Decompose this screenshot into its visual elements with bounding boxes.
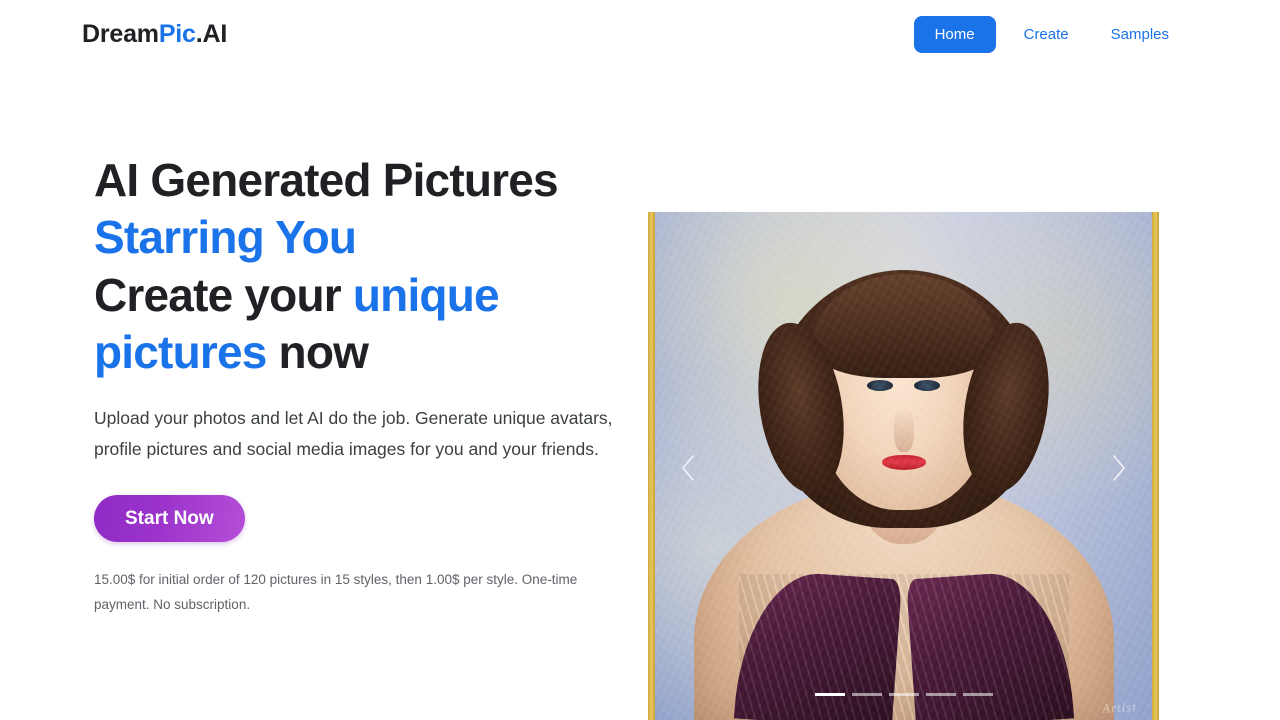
carousel-slide-image: Artist [648, 212, 1159, 720]
start-now-button[interactable]: Start Now [94, 495, 245, 543]
headline-line-4-plain: now [266, 325, 369, 378]
hero-section: AI Generated Pictures Starring You Creat… [0, 68, 1280, 720]
main-navigation: Home Create Samples [913, 15, 1183, 53]
carousel-indicator-2[interactable] [851, 693, 882, 696]
page-title: AI Generated Pictures Starring You Creat… [94, 152, 654, 381]
canvas-edge-right [1152, 212, 1159, 720]
nav-item-create[interactable]: Create [1010, 18, 1083, 51]
artist-signature: Artist [1101, 699, 1138, 716]
portrait-eye-right [914, 380, 940, 391]
carousel-indicator-5[interactable] [962, 693, 993, 696]
carousel-indicators [814, 693, 993, 696]
headline-line-3-accent: unique [352, 268, 500, 321]
portrait-eye-left [867, 380, 893, 391]
chevron-right-icon [1110, 453, 1128, 483]
brand-suffix: .AI [195, 19, 228, 48]
portrait-dress [733, 568, 1074, 720]
headline-line-4-accent: pictures [94, 325, 267, 378]
canvas-edge-left [648, 212, 655, 720]
headline-line-3: Create your unique [94, 267, 654, 324]
hero-carousel[interactable]: Artist [648, 212, 1159, 720]
site-header: DreamPic.AI Home Create Samples [0, 0, 1280, 68]
page-root: DreamPic.AI Home Create Samples AI Gener… [0, 0, 1280, 720]
carousel-indicator-1[interactable] [814, 693, 845, 696]
carousel-indicator-4[interactable] [925, 693, 956, 696]
headline-line-4: pictures now [94, 324, 654, 381]
portrait-nose [893, 408, 914, 452]
hero-copy: AI Generated Pictures Starring You Creat… [94, 152, 654, 617]
carousel-next-button[interactable] [1099, 444, 1139, 492]
carousel-prev-button[interactable] [668, 444, 708, 492]
portrait-dress-sheen [738, 574, 1069, 720]
chevron-left-icon [679, 453, 697, 483]
brand-prefix: Dream [82, 19, 159, 48]
nav-item-home[interactable]: Home [913, 15, 996, 53]
hero-subtitle: Upload your photos and let AI do the job… [94, 408, 613, 460]
headline-line-2: Starring You [94, 211, 357, 264]
nav-item-samples[interactable]: Samples [1097, 18, 1183, 51]
carousel-indicator-3[interactable] [888, 693, 919, 696]
headline-line-3-plain: Create your [94, 268, 353, 321]
headline-line-1: AI Generated Pictures [94, 154, 559, 206]
portrait-lips [881, 455, 926, 470]
fine-print-line-1: 15.00$ for initial order of 120 pictures… [94, 572, 518, 588]
pricing-fine-print: 15.00$ for initial order of 120 pictures… [94, 568, 634, 616]
portrait-figure [648, 212, 1159, 720]
brand-logo[interactable]: DreamPic.AI [82, 19, 228, 48]
brand-accent: Pic [158, 19, 196, 48]
